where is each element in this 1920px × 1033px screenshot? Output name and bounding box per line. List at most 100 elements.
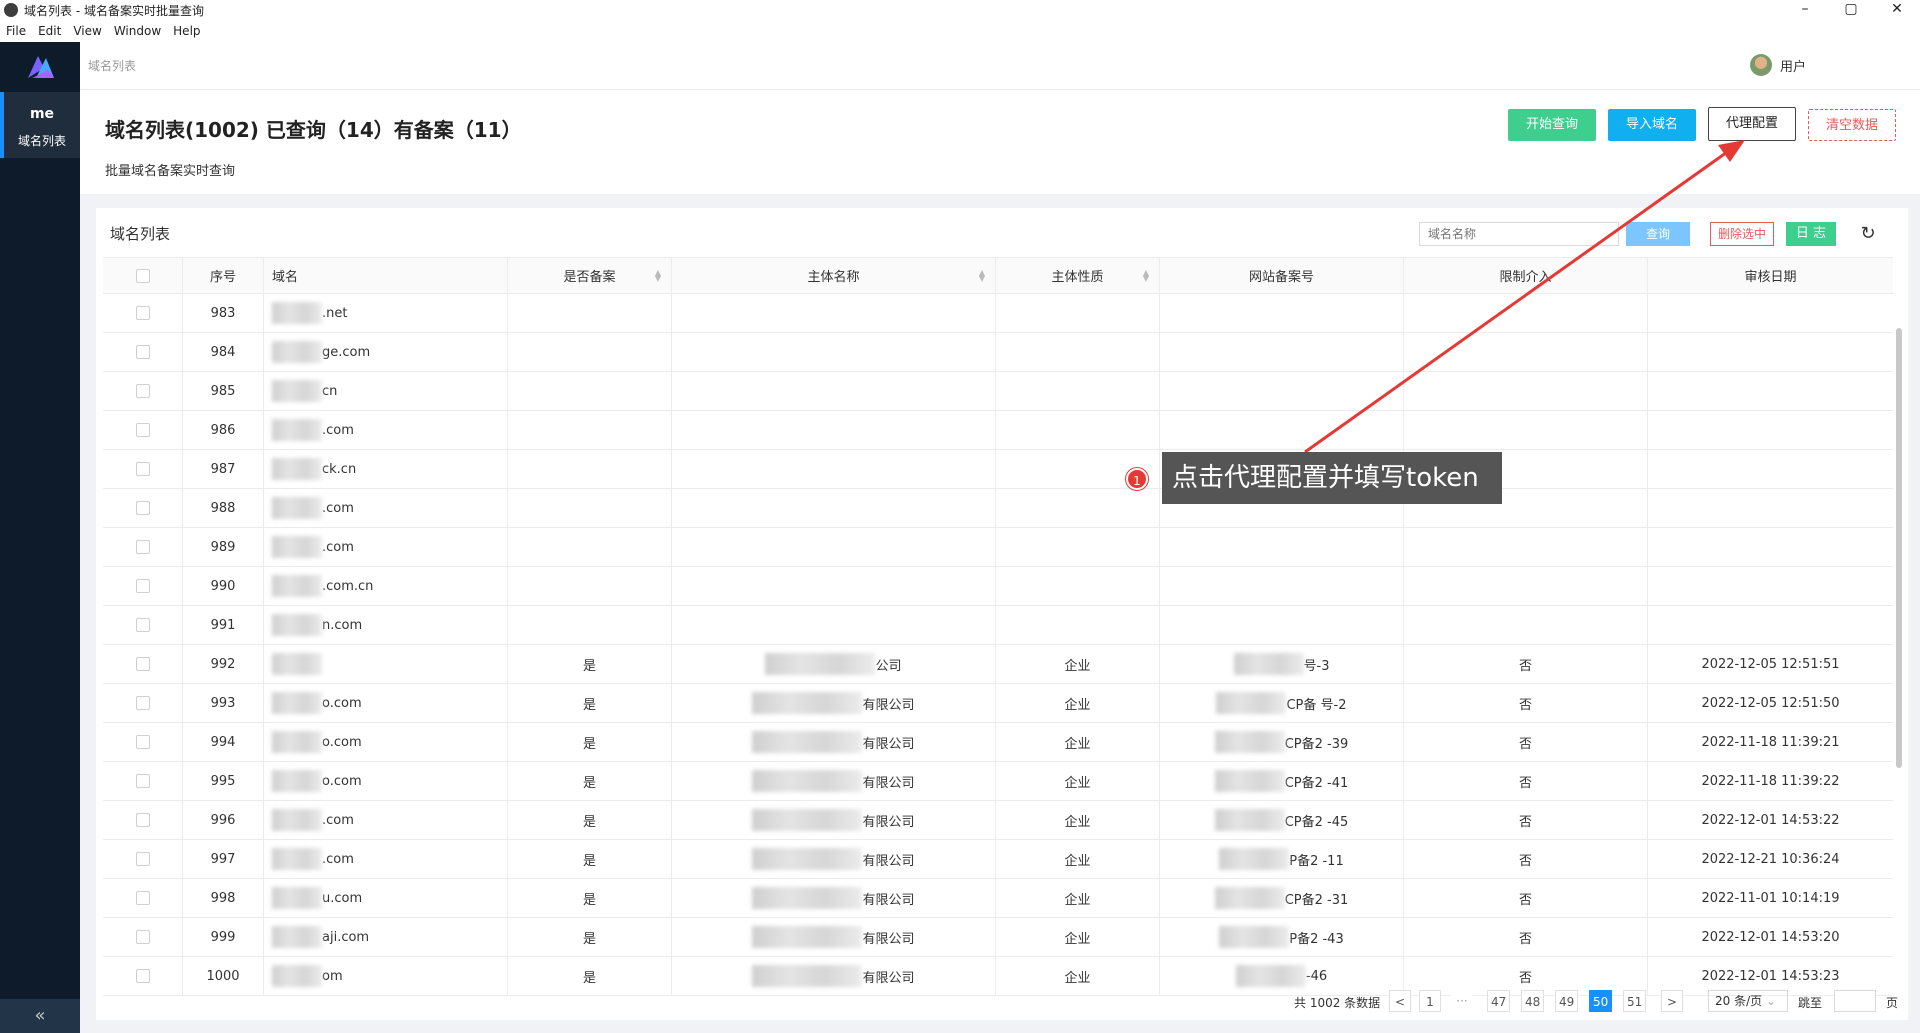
row-checkbox[interactable] bbox=[135, 462, 150, 476]
domain-value: .com.cn bbox=[272, 575, 373, 597]
page-51-button[interactable]: 51 bbox=[1623, 990, 1647, 1012]
menu-window[interactable]: Window bbox=[114, 24, 161, 38]
start-query-button[interactable]: 开始查询 bbox=[1508, 109, 1596, 141]
icp-value: -46 bbox=[1235, 965, 1327, 987]
jump-page-input[interactable] bbox=[1834, 990, 1876, 1012]
row-checkbox[interactable] bbox=[135, 930, 150, 944]
row-checkbox[interactable] bbox=[135, 813, 150, 827]
table-row[interactable]: 989 .com bbox=[103, 528, 1893, 567]
sort-icon[interactable]: ▲ ▼ bbox=[979, 268, 985, 282]
table-row[interactable]: 988 .com bbox=[103, 489, 1893, 528]
table-row[interactable]: 990 .com.cn bbox=[103, 567, 1893, 606]
table-row[interactable]: 986 .com bbox=[103, 411, 1893, 450]
page-1-button[interactable]: 1 bbox=[1419, 990, 1441, 1012]
row-checkbox[interactable] bbox=[135, 735, 150, 749]
collapse-sidebar-button[interactable]: « bbox=[0, 999, 80, 1033]
page-48-button[interactable]: 48 bbox=[1521, 990, 1545, 1012]
cell-date-text: 2022-12-01 14:53:23 bbox=[1701, 968, 1840, 984]
delete-selected-button[interactable]: 删除选中 bbox=[1710, 222, 1774, 246]
redacted-block bbox=[1233, 653, 1304, 675]
page-ellipsis[interactable]: ··· bbox=[1451, 990, 1473, 1012]
table-row[interactable]: 991 n.com bbox=[103, 606, 1893, 645]
cell-domain-text: o.com bbox=[322, 695, 362, 711]
page-50-button[interactable]: 50 bbox=[1589, 990, 1613, 1012]
row-checkbox[interactable] bbox=[135, 696, 150, 710]
log-button[interactable]: 日 志 bbox=[1786, 222, 1836, 246]
sidebar: me 域名列表 « bbox=[0, 42, 80, 1033]
cell-subject-text: 有限公司 bbox=[862, 853, 915, 869]
cell-record: 是 bbox=[508, 840, 672, 878]
query-button[interactable]: 查询 bbox=[1626, 222, 1690, 246]
table-row[interactable]: 984 ge.com bbox=[103, 333, 1893, 372]
table-row[interactable]: 995 o.com 是 有限公司 企业 CP备2 -41 否 2022-11-1… bbox=[103, 762, 1893, 801]
table-row[interactable]: 999 aji.com 是 有限公司 企业 P备2 -43 否 2022-12-… bbox=[103, 918, 1893, 957]
table-row[interactable]: 983 .net bbox=[103, 294, 1893, 333]
minimize-button[interactable]: – bbox=[1782, 0, 1828, 20]
cell-seq-text: 987 bbox=[210, 461, 236, 477]
row-checkbox[interactable] bbox=[135, 579, 150, 593]
row-checkbox[interactable] bbox=[135, 345, 150, 359]
maximize-button[interactable]: ▢ bbox=[1828, 0, 1874, 20]
cell-date-text: 2022-12-01 14:53:22 bbox=[1701, 812, 1840, 828]
cell-limit bbox=[1404, 606, 1648, 644]
top-header: 域名列表 用户 bbox=[80, 42, 1920, 90]
sort-icon[interactable]: ▲ ▼ bbox=[655, 268, 661, 282]
cell-seq-text: 986 bbox=[210, 422, 236, 438]
prev-page-button[interactable]: < bbox=[1389, 990, 1411, 1012]
sort-icon[interactable]: ▲ ▼ bbox=[1143, 268, 1149, 282]
sidebar-item-domain-list[interactable]: me 域名列表 bbox=[0, 92, 80, 158]
select-all-checkbox[interactable] bbox=[135, 268, 150, 283]
close-button[interactable]: ✕ bbox=[1874, 0, 1920, 20]
import-domain-button[interactable]: 导入域名 bbox=[1608, 109, 1696, 141]
redacted-block bbox=[272, 458, 322, 480]
breadcrumb[interactable]: 域名列表 bbox=[88, 57, 136, 74]
row-checkbox[interactable] bbox=[135, 384, 150, 398]
table-row[interactable]: 996 .com 是 有限公司 企业 CP备2 -45 否 2022-12-01… bbox=[103, 801, 1893, 840]
page-49-button[interactable]: 49 bbox=[1555, 990, 1579, 1012]
cell-date bbox=[1648, 606, 1893, 644]
redacted-block bbox=[1214, 731, 1285, 753]
menu-file[interactable]: File bbox=[6, 24, 26, 38]
table-row[interactable]: 993 o.com 是 有限公司 企业 CP备 号-2 否 2022-12-05… bbox=[103, 684, 1893, 723]
table-row[interactable]: 985 cn bbox=[103, 372, 1893, 411]
table-row[interactable]: 992 是 公司 企业 号-3 否 2022-12-05 12:51:51 bbox=[103, 645, 1893, 684]
refresh-icon[interactable]: ↻ bbox=[1856, 222, 1880, 246]
cell-icp bbox=[1160, 411, 1404, 449]
row-checkbox[interactable] bbox=[135, 969, 150, 983]
row-checkbox[interactable] bbox=[135, 657, 150, 671]
cell-domain: .com bbox=[264, 411, 508, 449]
table-row[interactable]: 997 .com 是 有限公司 企业 P备2 -11 否 2022-12-21 … bbox=[103, 840, 1893, 879]
row-checkbox[interactable] bbox=[135, 540, 150, 554]
next-page-button[interactable]: > bbox=[1661, 990, 1683, 1012]
col-record[interactable]: 是否备案 ▲ ▼ bbox=[508, 258, 672, 293]
page-size-select[interactable]: 20 条/页 ⌄ bbox=[1708, 990, 1788, 1012]
row-checkbox[interactable] bbox=[135, 423, 150, 437]
proxy-config-button[interactable]: 代理配置 bbox=[1708, 107, 1796, 141]
row-checkbox[interactable] bbox=[135, 501, 150, 515]
menu-help[interactable]: Help bbox=[173, 24, 200, 38]
search-input[interactable] bbox=[1419, 222, 1619, 246]
pagination: 共 1002 条数据 < 1 ··· 47 48 49 50 51 > 20 条… bbox=[96, 986, 1908, 1016]
table-row[interactable]: 994 o.com 是 有限公司 企业 CP备2 -39 否 2022-11-1… bbox=[103, 723, 1893, 762]
row-checkbox[interactable] bbox=[135, 306, 150, 320]
cell-nature-text: 企业 bbox=[1064, 931, 1091, 947]
menu-view[interactable]: View bbox=[73, 24, 101, 38]
cell-subject: 有限公司 bbox=[672, 762, 996, 800]
row-checkbox[interactable] bbox=[135, 852, 150, 866]
row-checkbox[interactable] bbox=[135, 618, 150, 632]
cell-limit-text: 否 bbox=[1518, 658, 1532, 674]
row-checkbox[interactable] bbox=[135, 891, 150, 905]
page-subtitle: 批量域名备案实时查询 bbox=[105, 164, 236, 179]
menu-edit[interactable]: Edit bbox=[38, 24, 61, 38]
user-menu[interactable]: 用户 bbox=[1750, 54, 1806, 76]
col-nature[interactable]: 主体性质 ▲ ▼ bbox=[996, 258, 1160, 293]
domain-value: om bbox=[272, 965, 343, 987]
table-row[interactable]: 998 u.com 是 有限公司 企业 CP备2 -31 否 2022-11-0… bbox=[103, 879, 1893, 918]
table-row[interactable]: 987 ck.cn bbox=[103, 450, 1893, 489]
clear-data-button[interactable]: 清空数据 bbox=[1808, 109, 1896, 141]
col-subject[interactable]: 主体名称 ▲ ▼ bbox=[672, 258, 996, 293]
cell-seq-text: 993 bbox=[210, 695, 236, 711]
vertical-scrollbar[interactable] bbox=[1896, 328, 1902, 768]
page-47-button[interactable]: 47 bbox=[1487, 990, 1511, 1012]
row-checkbox[interactable] bbox=[135, 774, 150, 788]
